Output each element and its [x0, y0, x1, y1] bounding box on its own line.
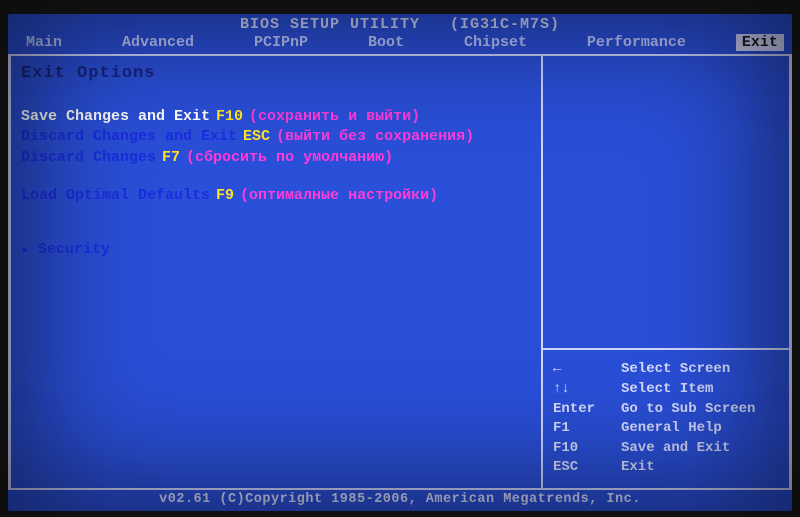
bios-screen: BIOS SETUP UTILITY (IG31C-M7S) Main Adva…: [8, 14, 792, 511]
tab-performance[interactable]: Performance: [577, 34, 696, 51]
option-save-exit[interactable]: Save Changes and Exit F10 (сохранить и в…: [21, 107, 531, 127]
option-hint: (сбросить по умолчанию): [186, 148, 393, 168]
help-row: Enter Go to Sub Screen: [553, 400, 781, 420]
option-hint: (оптималные настройки): [240, 186, 438, 206]
help-key: F1: [553, 419, 611, 439]
help-key: Enter: [553, 400, 611, 420]
option-hotkey: F7: [162, 148, 180, 168]
help-row: ← Select Screen: [553, 360, 781, 380]
help-key: ←: [553, 360, 611, 380]
options-panel: Exit Options Save Changes and Exit F10 (…: [11, 56, 541, 488]
help-row: ↑↓ Select Item: [553, 380, 781, 400]
help-row: ESC Exit: [553, 458, 781, 478]
option-hotkey: F10: [216, 107, 243, 127]
option-hotkey: F9: [216, 186, 234, 206]
help-desc: Select Screen: [621, 360, 730, 380]
help-row: F1 General Help: [553, 419, 781, 439]
section-title: Exit Options: [21, 64, 531, 83]
help-desc: Go to Sub Screen: [621, 400, 755, 420]
option-label: Save Changes and Exit: [21, 107, 210, 127]
help-desc: Select Item: [621, 380, 713, 400]
help-key: F10: [553, 439, 611, 459]
help-key: ESC: [553, 458, 611, 478]
option-hint: (сохранить и выйти): [249, 107, 420, 127]
tab-boot[interactable]: Boot: [358, 34, 414, 51]
option-discard-changes[interactable]: Discard Changes F7 (сбросить по умолчани…: [21, 148, 531, 168]
option-hint: (выйти без сохранения): [276, 127, 474, 147]
option-load-defaults[interactable]: Load Optimal Defaults F9 (оптималные нас…: [21, 186, 531, 206]
board-model: (IG31C-M7S): [450, 16, 560, 33]
tab-pcipnp[interactable]: PCIPnP: [244, 34, 318, 51]
title-bar: BIOS SETUP UTILITY (IG31C-M7S): [8, 14, 792, 34]
help-key: ↑↓: [553, 380, 611, 400]
submenu-security[interactable]: ▸ Security: [21, 240, 531, 259]
help-desc: General Help: [621, 419, 722, 439]
option-hotkey: ESC: [243, 127, 270, 147]
option-label: Discard Changes: [21, 148, 156, 168]
option-label: Discard Changes and Exit: [21, 127, 237, 147]
help-desc: Save and Exit: [621, 439, 730, 459]
content-panels: Exit Options Save Changes and Exit F10 (…: [8, 54, 792, 490]
app-title: BIOS SETUP UTILITY: [240, 16, 420, 33]
triangle-right-icon: ▸: [21, 240, 30, 259]
option-label: Load Optimal Defaults: [21, 186, 210, 206]
tab-advanced[interactable]: Advanced: [112, 34, 204, 51]
help-panel: ← Select Screen ↑↓ Select Item Enter Go to …: [541, 56, 789, 488]
option-discard-exit[interactable]: Discard Changes and Exit ESC (выйти без …: [21, 127, 531, 147]
tab-bar: Main Advanced PCIPnP Boot Chipset Perfor…: [8, 34, 792, 54]
help-row: F10 Save and Exit: [553, 439, 781, 459]
tab-chipset[interactable]: Chipset: [454, 34, 537, 51]
submenu-label: Security: [38, 241, 110, 258]
tab-exit[interactable]: Exit: [736, 34, 784, 51]
tab-main[interactable]: Main: [16, 34, 72, 51]
footer-copyright: v02.61 (C)Copyright 1985-2006, American …: [8, 490, 792, 511]
help-desc: Exit: [621, 458, 655, 478]
help-key-list: ← Select Screen ↑↓ Select Item Enter Go to …: [543, 348, 789, 488]
